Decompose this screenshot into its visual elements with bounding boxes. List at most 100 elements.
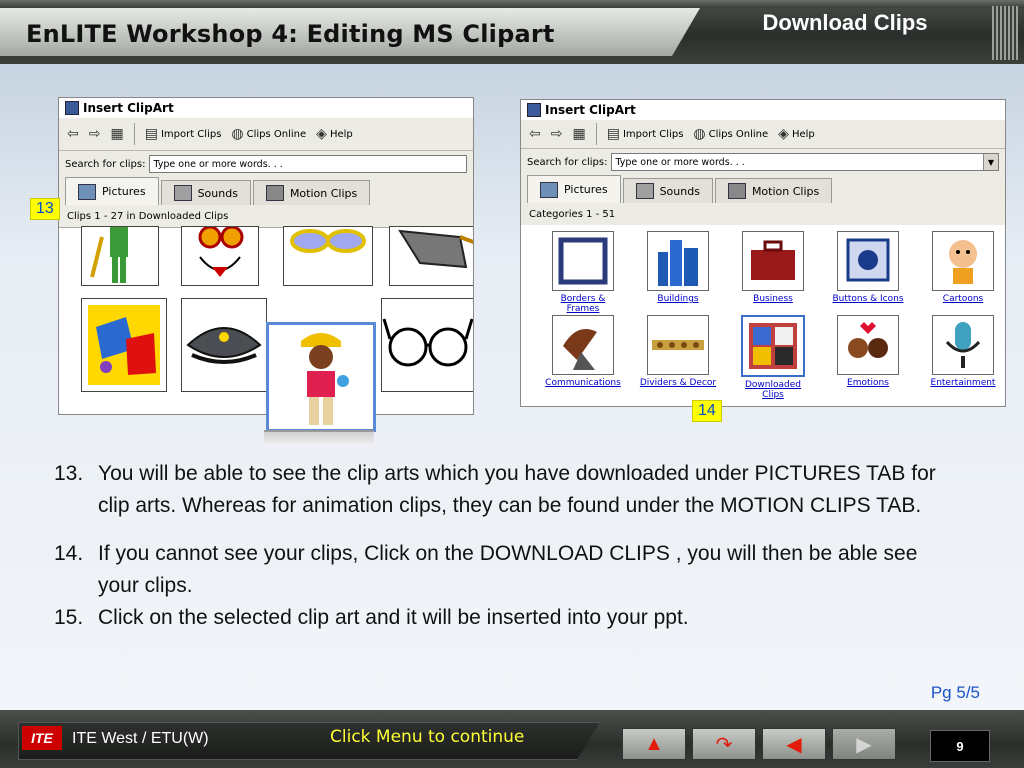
category-label: Communications xyxy=(545,378,621,388)
category-label: Borders & Frames xyxy=(560,294,606,314)
back-arrow-icon: ⇦ xyxy=(529,126,541,142)
step-14-callout: 14 xyxy=(692,400,722,422)
return-button[interactable]: ↷ xyxy=(692,728,756,760)
category-buildings[interactable]: Buildings xyxy=(638,231,718,304)
category-label: Buttons & Icons xyxy=(832,294,904,304)
import-clips-button[interactable]: ▤ Import Clips xyxy=(145,126,222,142)
frame-icon xyxy=(558,237,608,285)
toolbar: ⇦ ⇨ ▦ ▤ Import Clips ◍ Clips Online ◈ Help xyxy=(59,118,473,151)
clip-thumbnail[interactable] xyxy=(181,298,267,392)
back-button[interactable]: ⇦ xyxy=(67,126,79,142)
pictures-icon xyxy=(78,183,96,200)
tab-strip: Pictures Sounds Motion Clips xyxy=(59,177,473,205)
tab-pictures[interactable]: Pictures xyxy=(527,175,621,203)
clip-thumbnail[interactable] xyxy=(283,226,373,286)
category-entertainment[interactable]: Entertainment xyxy=(923,315,1003,388)
clip-thumbnail[interactable] xyxy=(181,226,259,286)
menu-button[interactable]: ▲ xyxy=(622,728,686,760)
forward-arrow-icon: ⇨ xyxy=(88,126,101,142)
dropdown-arrow-icon[interactable]: ▼ xyxy=(983,154,998,170)
help-button[interactable]: ◈ Help xyxy=(778,126,815,142)
category-buttons-icons[interactable]: Buttons & Icons xyxy=(828,231,908,304)
category-downloaded-clips[interactable]: Downloaded Clips xyxy=(733,315,813,400)
help-icon: ◈ xyxy=(316,126,327,142)
category-business[interactable]: Business xyxy=(733,231,813,304)
ite-logo: ITE xyxy=(22,726,62,750)
category-cartoons[interactable]: Cartoons xyxy=(923,231,1003,304)
step-number: 15. xyxy=(54,606,84,629)
tab-pictures[interactable]: Pictures xyxy=(65,177,159,205)
microphone-icon xyxy=(945,322,981,368)
help-button[interactable]: ◈ Help xyxy=(316,126,353,142)
briefcase-icon xyxy=(751,240,795,280)
help-label: Help xyxy=(329,128,353,140)
return-arrow-icon: ↷ xyxy=(715,733,733,756)
import-icon: ▤ xyxy=(144,126,158,142)
clip-thumbnail[interactable] xyxy=(81,298,167,392)
selected-clip-worker[interactable] xyxy=(266,322,376,432)
category-count-label: Categories 1 - 51 xyxy=(521,203,1005,225)
import-clips-button[interactable]: ▤ Import Clips xyxy=(607,126,684,142)
downloaded-clips-icon xyxy=(749,323,797,369)
clipart-app-icon xyxy=(65,101,79,115)
window-title: Insert ClipArt xyxy=(83,101,174,115)
eyeglasses-clip-image xyxy=(382,318,473,367)
camera-icon xyxy=(727,183,746,199)
man-clip-image xyxy=(90,227,128,283)
category-label: Business xyxy=(753,294,793,304)
search-label: Search for clips: xyxy=(65,158,146,170)
all-categories-button[interactable]: ▦ xyxy=(110,126,123,142)
toolbar-separator xyxy=(133,123,135,145)
tab-motion-clips[interactable]: Motion Clips xyxy=(714,178,833,203)
slide-title: EnLITE Workshop 4: Editing MS Clipart xyxy=(26,20,555,48)
clips-online-button[interactable]: ◍ Clips Online xyxy=(231,126,306,142)
selected-clip-shadow xyxy=(264,430,374,446)
next-button[interactable]: ▶ xyxy=(832,728,896,760)
search-row: Search for clips: Type one or more words… xyxy=(59,151,473,177)
forward-button[interactable]: ⇨ xyxy=(551,126,563,142)
search-input[interactable]: Type one or more words. . . xyxy=(149,155,467,173)
up-triangle-icon: ▲ xyxy=(644,732,664,755)
back-button[interactable]: ⇦ xyxy=(529,126,541,142)
tab-motion-clips[interactable]: Motion Clips xyxy=(252,180,371,205)
search-input[interactable]: Type one or more words. . . ▼ xyxy=(611,153,999,171)
forward-button[interactable]: ⇨ xyxy=(89,126,101,142)
face-clip-image xyxy=(198,227,244,277)
clipart-app-icon xyxy=(527,103,541,117)
category-dividers-decor[interactable]: Dividers & Decor xyxy=(638,315,718,388)
page-indicator: Pg 5/5 xyxy=(930,683,980,702)
step-item: 15. Click on the selected clip art and it… xyxy=(54,602,954,634)
window-titlebar: Insert ClipArt xyxy=(521,100,1005,120)
worker-clip-image xyxy=(301,333,349,425)
import-icon: ▤ xyxy=(606,126,620,142)
all-categories-button[interactable]: ▦ xyxy=(572,126,585,142)
tab-sounds[interactable]: Sounds xyxy=(622,178,713,203)
tab-sounds[interactable]: Sounds xyxy=(160,180,251,205)
organization-label: ITE West / ETU(W) xyxy=(72,730,209,747)
category-emotions[interactable]: Emotions xyxy=(828,315,908,388)
slide-number: 9 xyxy=(930,730,990,762)
tab-label: Pictures xyxy=(102,185,146,198)
step-13-callout: 13 xyxy=(30,198,60,220)
clip-count-label: Clips 1 - 27 in Downloaded Clips xyxy=(59,205,473,228)
previous-button[interactable]: ◀ xyxy=(762,728,826,760)
step-text: You will be able to see the clip arts wh… xyxy=(98,462,936,517)
camera-icon xyxy=(265,185,284,201)
clip-thumbnail[interactable] xyxy=(389,226,473,286)
divider-icon xyxy=(652,340,704,350)
section-title: Download Clips xyxy=(762,10,928,35)
category-borders-frames[interactable]: Borders & Frames xyxy=(543,231,623,314)
clip-thumbnail[interactable] xyxy=(381,298,473,392)
category-communications[interactable]: Communications xyxy=(543,315,623,388)
import-label: Import Clips xyxy=(160,128,222,140)
step-text: Click on the selected clip art and it wi… xyxy=(98,606,689,629)
globe-icon: ◍ xyxy=(693,126,706,142)
emotions-icon xyxy=(848,322,888,358)
police-cap-clip-image xyxy=(186,327,262,364)
speaker-icon xyxy=(635,183,654,199)
clip-thumbnail[interactable] xyxy=(81,226,159,286)
globe-icon: ◍ xyxy=(231,126,244,142)
clips-online-button[interactable]: ◍ Clips Online xyxy=(693,126,768,142)
category-label: Downloaded Clips xyxy=(745,380,801,400)
step-item: 14. If you cannot see your clips, Click o… xyxy=(54,538,954,602)
